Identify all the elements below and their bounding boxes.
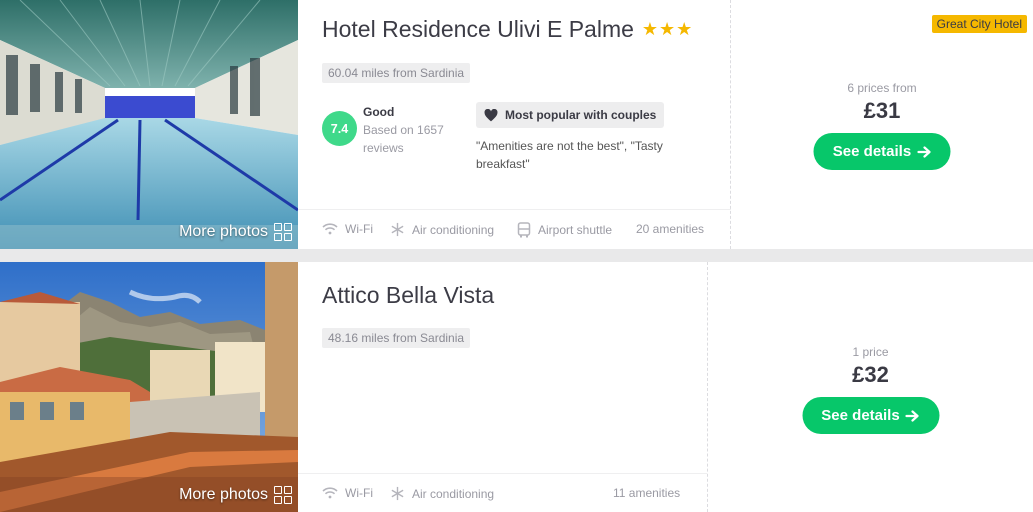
amenity-label: Wi-Fi <box>345 486 373 500</box>
amenity-label: Wi-Fi <box>345 222 373 236</box>
popular-tag: Most popular with couples <box>476 102 665 128</box>
see-details-button[interactable]: See details <box>813 133 951 170</box>
hotel-name[interactable]: Attico Bella Vista <box>322 282 494 309</box>
amenity-shuttle: Airport shuttle <box>517 222 612 238</box>
heart-icon <box>484 108 498 121</box>
hotel-info: Hotel Residence Ulivi E Palme ★★★ 60.04 … <box>298 0 731 249</box>
arrow-right-icon <box>917 145 931 158</box>
price-column: Great City Hotel 6 prices from £31 See d… <box>730 0 1033 249</box>
hotel-photo[interactable]: More photos <box>0 262 298 512</box>
great-city-hotel-badge: Great City Hotel <box>931 15 1027 33</box>
amenities-row: Wi-Fi Air conditioning 11 amenities <box>298 473 707 512</box>
arrow-right-icon <box>905 409 919 422</box>
amenities-count[interactable]: 20 amenities <box>636 222 704 236</box>
more-photos-button[interactable]: More photos <box>179 486 292 504</box>
see-details-label: See details <box>832 143 912 160</box>
review-quote: "Amenities are not the best", "Tasty bre… <box>476 139 663 171</box>
amenity-wifi: Wi-Fi <box>322 222 373 236</box>
grid-icon <box>274 223 292 241</box>
prices-from-label: 6 prices from <box>847 81 917 95</box>
price-value: £32 <box>852 362 889 387</box>
amenity-ac: Air conditioning <box>390 486 494 501</box>
price-column: 1 price £32 See details <box>707 262 1033 512</box>
amenities-count[interactable]: 11 amenities <box>613 486 680 500</box>
price-value: £31 <box>863 98 901 123</box>
wifi-icon <box>322 223 338 235</box>
more-photos-label: More photos <box>179 486 268 503</box>
hotel-name[interactable]: Hotel Residence Ulivi E Palme <box>322 16 634 43</box>
grid-icon <box>274 486 292 504</box>
bus-icon <box>517 222 531 238</box>
snowflake-icon <box>391 486 404 501</box>
hotel-photo[interactable]: More photos <box>0 0 298 249</box>
rating-word: Good <box>363 105 395 119</box>
wifi-icon <box>322 487 338 499</box>
pool-photo <box>0 0 298 249</box>
more-photos-label: More photos <box>179 223 268 240</box>
amenities-row: Wi-Fi Air conditioning Airport shuttle 2… <box>298 209 731 249</box>
hotel-info: Attico Bella Vista 48.16 miles from Sard… <box>298 262 707 512</box>
amenity-label: Air conditioning <box>412 222 495 237</box>
amenity-wifi: Wi-Fi <box>322 486 373 500</box>
amenity-ac: Air conditioning <box>390 222 494 237</box>
town-view-photo <box>0 262 298 512</box>
distance-badge: 60.04 miles from Sardinia <box>322 63 471 83</box>
amenity-label: Airport shuttle <box>538 223 613 237</box>
hotel-card: More photos Attico Bella Vista 48.16 mil… <box>0 262 1033 512</box>
amenities-count-label: 11 amenities <box>613 486 681 500</box>
snowflake-icon <box>391 222 404 237</box>
see-details-button[interactable]: See details <box>802 397 939 434</box>
star-rating: ★★★ <box>641 19 694 39</box>
review-score: 7.4 <box>322 111 357 146</box>
prices-from-label: 1 price <box>852 345 889 359</box>
amenity-label: Air conditioning <box>412 486 495 501</box>
hotel-card: More photos Hotel Residence Ulivi E Palm… <box>0 0 1033 249</box>
see-details-label: See details <box>821 407 900 424</box>
rating-summary: Good Based on 1657 reviews <box>363 103 463 157</box>
distance-badge: 48.16 miles from Sardinia <box>322 328 471 348</box>
more-photos-button[interactable]: More photos <box>179 223 292 241</box>
popular-label: Most popular with couples <box>505 108 657 122</box>
amenities-count-label: 20 amenities <box>636 222 705 236</box>
review-count: Based on 1657 reviews <box>363 123 444 155</box>
